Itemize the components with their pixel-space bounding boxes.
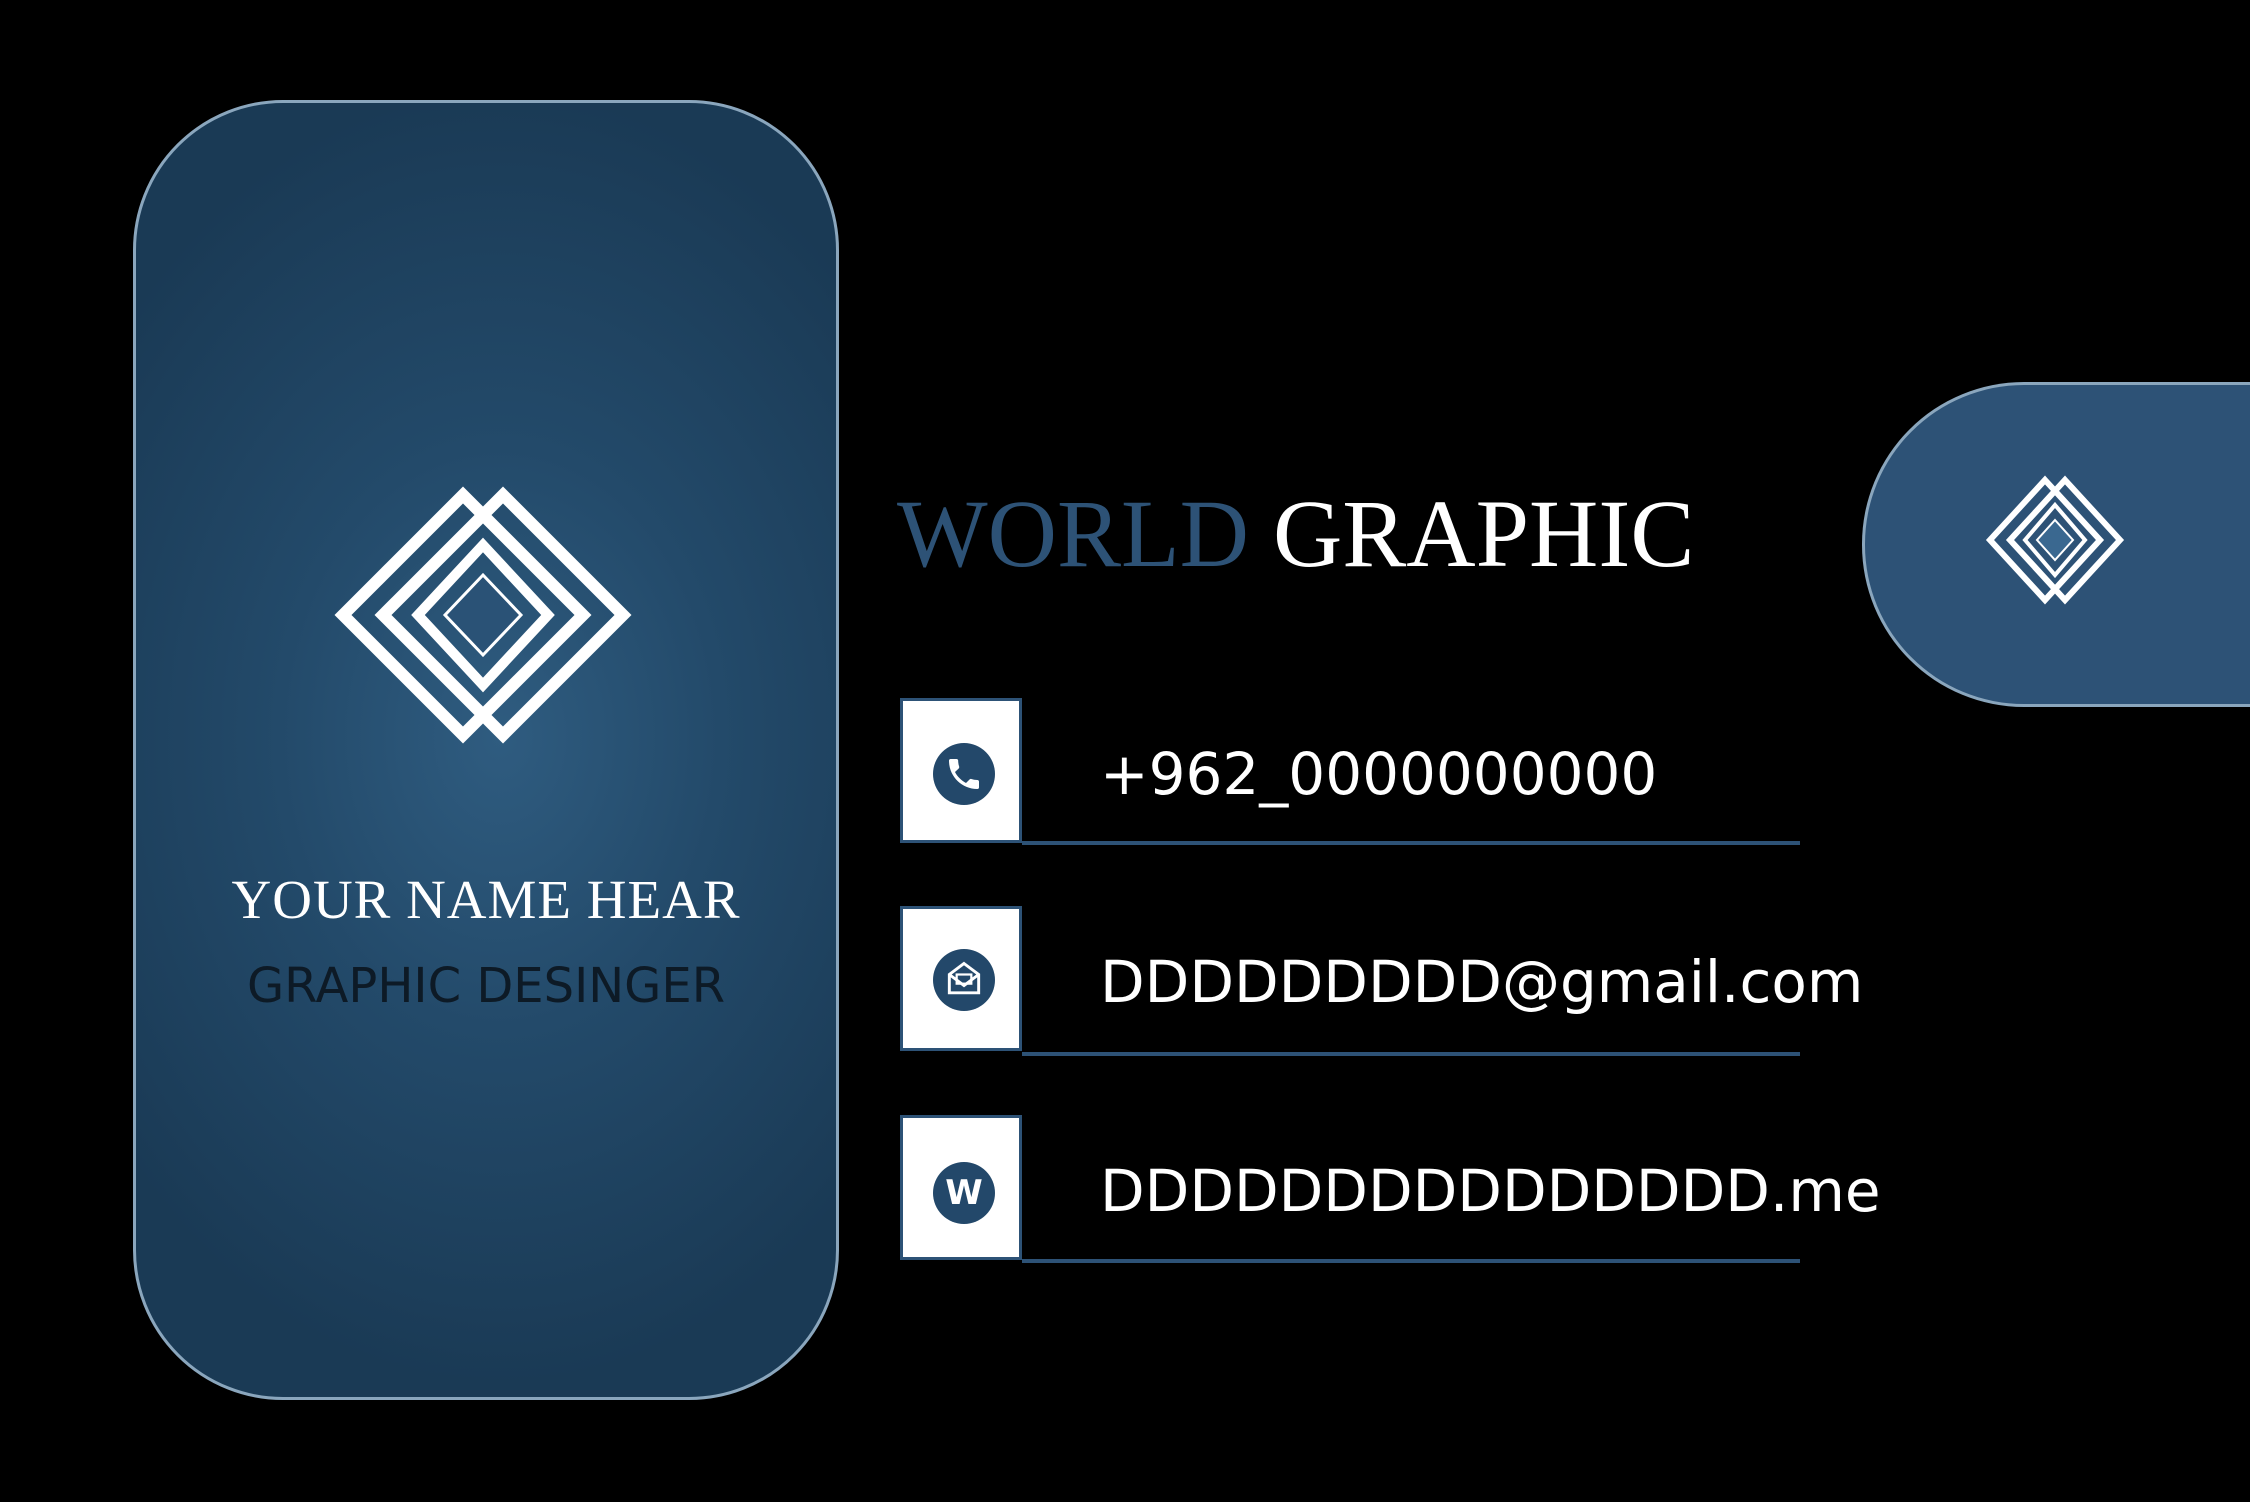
contact-row-website: W DDDDDDDDDDDDDDD.me <box>900 1115 1881 1265</box>
phone-icon <box>933 743 995 805</box>
person-name: YOUR NAME HEAR <box>231 869 741 930</box>
person-title: GRAPHIC DESINGER <box>246 958 726 1014</box>
mail-icon-box <box>900 906 1022 1051</box>
website-icon: W <box>933 1162 995 1224</box>
email-address: DDDDDDDDD@gmail.com <box>1100 948 1864 1016</box>
brand-word-world: WORLD <box>897 480 1249 587</box>
website-url: DDDDDDDDDDDDDDD.me <box>1100 1157 1881 1225</box>
phone-icon-box <box>900 698 1022 843</box>
diamond-logo-small-icon <box>1985 475 2125 605</box>
phone-number: +962_0000000000 <box>1100 740 1658 808</box>
divider-line <box>1022 1052 1800 1056</box>
contact-row-email: DDDDDDDDD@gmail.com <box>900 906 1863 1056</box>
divider-line <box>1022 841 1800 845</box>
website-icon-box: W <box>900 1115 1022 1260</box>
website-glyph: W <box>945 1173 983 1213</box>
brand-title: WORLD GRAPHIC <box>897 478 1694 589</box>
diamond-logo-icon <box>334 486 632 744</box>
mail-icon <box>933 949 995 1011</box>
contact-row-phone: +962_0000000000 <box>900 698 1800 848</box>
divider-line <box>1022 1259 1800 1263</box>
brand-word-graphic: GRAPHIC <box>1272 480 1695 587</box>
